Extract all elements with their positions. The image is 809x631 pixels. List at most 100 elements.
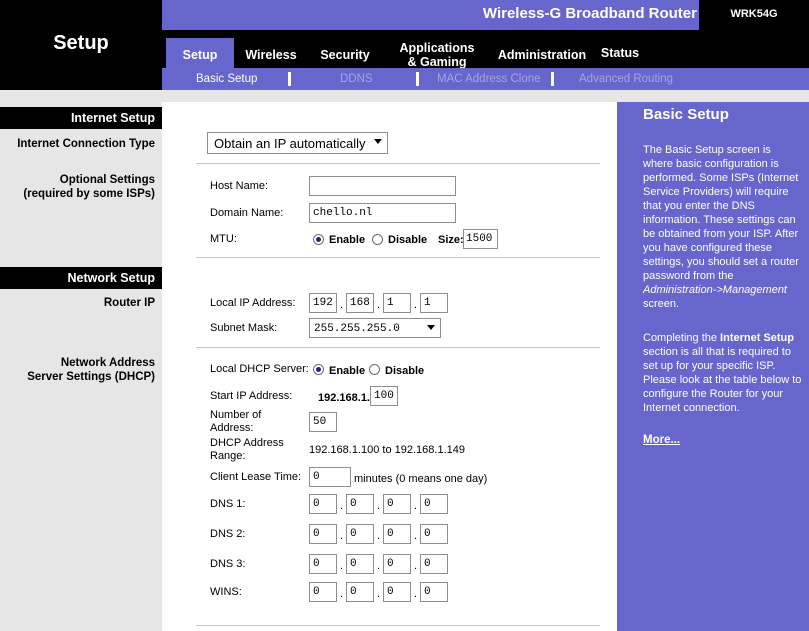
lease-time-suffix: minutes (0 means one day) bbox=[354, 473, 488, 485]
ip-dot: . bbox=[340, 560, 344, 572]
ip-dot: . bbox=[377, 500, 381, 512]
mtu-label: MTU: bbox=[210, 233, 237, 245]
number-of-address-input[interactable]: 50 bbox=[309, 412, 337, 432]
dhcp-disable-label: Disable bbox=[385, 365, 425, 377]
ip-dot: . bbox=[340, 530, 344, 542]
dhcp-server-label: Local DHCP Server: bbox=[210, 363, 309, 375]
start-ip-prefix: 192.168.1. bbox=[318, 392, 370, 404]
dns1-octet-4[interactable]: 0 bbox=[420, 494, 448, 514]
domain-name-label: Domain Name: bbox=[210, 207, 284, 219]
help-text: section is all that is required to set u… bbox=[643, 346, 802, 414]
mtu-size-label: Size: bbox=[438, 234, 464, 246]
dns3-octet-2[interactable]: 0 bbox=[346, 554, 374, 574]
label-optional-settings: Optional Settings (required by some ISPs… bbox=[23, 174, 155, 200]
dns1-octet-3[interactable]: 0 bbox=[383, 494, 411, 514]
wins-octet-1[interactable]: 0 bbox=[309, 582, 337, 602]
mtu-enable-radio[interactable] bbox=[313, 234, 324, 245]
help-text: Completing the bbox=[643, 332, 721, 344]
ip-dot: . bbox=[377, 560, 381, 572]
subnav-separator bbox=[416, 72, 419, 86]
subnet-mask-value: 255.255.255.0 bbox=[314, 323, 400, 335]
dns3-label: DNS 3: bbox=[210, 558, 246, 570]
dhcp-disable-radio[interactable] bbox=[369, 364, 380, 375]
dns1-octet-2[interactable]: 0 bbox=[346, 494, 374, 514]
dns2-octet-2[interactable]: 0 bbox=[346, 524, 374, 544]
mtu-disable-label: Disable bbox=[388, 234, 428, 246]
wins-octet-3[interactable]: 0 bbox=[383, 582, 411, 602]
chevron-down-icon bbox=[427, 325, 435, 330]
help-paragraph-1: The Basic Setup screen is where basic co… bbox=[643, 143, 803, 311]
number-of-address-label: Number of Address: bbox=[210, 409, 262, 434]
divider bbox=[196, 257, 600, 258]
subtab-mac-address-clone[interactable]: MAC Address Clone bbox=[437, 73, 541, 85]
mtu-size-input[interactable]: 1500 bbox=[463, 229, 498, 249]
start-ip-last-octet[interactable]: 100 bbox=[370, 386, 398, 406]
dhcp-enable-label: Enable bbox=[329, 365, 366, 377]
local-ip-octet-4[interactable]: 1 bbox=[420, 293, 448, 313]
subnav-separator bbox=[288, 72, 291, 86]
dhcp-range-label: DHCP Address Range: bbox=[210, 437, 284, 462]
tab-administration[interactable]: Administration bbox=[496, 48, 588, 62]
divider bbox=[196, 347, 600, 348]
dns2-octet-1[interactable]: 0 bbox=[309, 524, 337, 544]
local-ip-octet-1[interactable]: 192 bbox=[309, 293, 337, 313]
label-router-ip: Router IP bbox=[103, 297, 155, 309]
ip-dot: . bbox=[377, 299, 381, 311]
dns3-octet-1[interactable]: 0 bbox=[309, 554, 337, 574]
help-more-link[interactable]: More... bbox=[643, 434, 680, 446]
tab-wireless[interactable]: Wireless bbox=[240, 48, 302, 62]
tab-security[interactable]: Security bbox=[315, 48, 375, 62]
dns2-octet-4[interactable]: 0 bbox=[420, 524, 448, 544]
subnet-mask-label: Subnet Mask: bbox=[210, 322, 278, 334]
subtab-advanced-routing[interactable]: Advanced Routing bbox=[579, 73, 673, 85]
dns1-octet-1[interactable]: 0 bbox=[309, 494, 337, 514]
connection-type-select[interactable]: Obtain an IP automatically bbox=[207, 132, 388, 154]
wins-octet-4[interactable]: 0 bbox=[420, 582, 448, 602]
subtab-ddns[interactable]: DDNS bbox=[340, 73, 373, 85]
label-dhcp-settings: Network Address Server Settings (DHCP) bbox=[27, 357, 155, 383]
subtab-basic-setup[interactable]: Basic Setup bbox=[196, 73, 257, 85]
host-name-input[interactable] bbox=[309, 176, 456, 196]
help-panel-edge bbox=[603, 102, 617, 631]
local-ip-octet-3[interactable]: 1 bbox=[383, 293, 411, 313]
subnet-mask-select[interactable]: 255.255.255.0 bbox=[309, 318, 441, 338]
section-title-internet-setup: Internet Setup bbox=[70, 111, 155, 125]
ip-dot: . bbox=[377, 588, 381, 600]
mtu-disable-radio[interactable] bbox=[372, 234, 383, 245]
wins-octet-2[interactable]: 0 bbox=[346, 582, 374, 602]
ip-dot: . bbox=[340, 500, 344, 512]
dhcp-range-value: 192.168.1.100 to 192.168.1.149 bbox=[309, 444, 465, 456]
help-text-emphasis: Administration->Management bbox=[643, 284, 787, 296]
help-text: screen. bbox=[643, 298, 680, 310]
dhcp-enable-radio[interactable] bbox=[313, 364, 324, 375]
ip-dot: . bbox=[414, 530, 418, 542]
tab-applications-gaming[interactable]: Applications & Gaming bbox=[392, 41, 482, 69]
model-number: WRK54G bbox=[730, 8, 778, 20]
tab-setup[interactable]: Setup bbox=[166, 48, 234, 62]
ip-dot: . bbox=[414, 299, 418, 311]
start-ip-label: Start IP Address: bbox=[210, 390, 293, 402]
domain-name-input[interactable]: chello.nl bbox=[309, 203, 456, 223]
tab-status[interactable]: Status bbox=[598, 46, 642, 60]
ip-dot: . bbox=[414, 500, 418, 512]
help-text: The Basic Setup screen is where basic co… bbox=[643, 144, 799, 282]
ip-dot: . bbox=[340, 299, 344, 311]
dns3-octet-3[interactable]: 0 bbox=[383, 554, 411, 574]
chevron-down-icon bbox=[374, 139, 382, 144]
ip-dot: . bbox=[340, 588, 344, 600]
host-name-label: Host Name: bbox=[210, 180, 269, 192]
local-ip-octet-2[interactable]: 168 bbox=[346, 293, 374, 313]
page-brand-title: Setup bbox=[53, 32, 109, 54]
lease-time-input[interactable]: 0 bbox=[309, 467, 351, 487]
dns3-octet-4[interactable]: 0 bbox=[420, 554, 448, 574]
divider bbox=[196, 163, 600, 164]
local-ip-label: Local IP Address: bbox=[210, 297, 296, 309]
dns2-octet-3[interactable]: 0 bbox=[383, 524, 411, 544]
label-internet-connection-type: Internet Connection Type bbox=[17, 138, 155, 150]
ip-dot: . bbox=[414, 560, 418, 572]
help-title: Basic Setup bbox=[643, 106, 729, 123]
lease-time-label: Client Lease Time: bbox=[210, 471, 302, 483]
ip-dot: . bbox=[377, 530, 381, 542]
dns1-label: DNS 1: bbox=[210, 498, 246, 510]
ip-dot: . bbox=[414, 588, 418, 600]
